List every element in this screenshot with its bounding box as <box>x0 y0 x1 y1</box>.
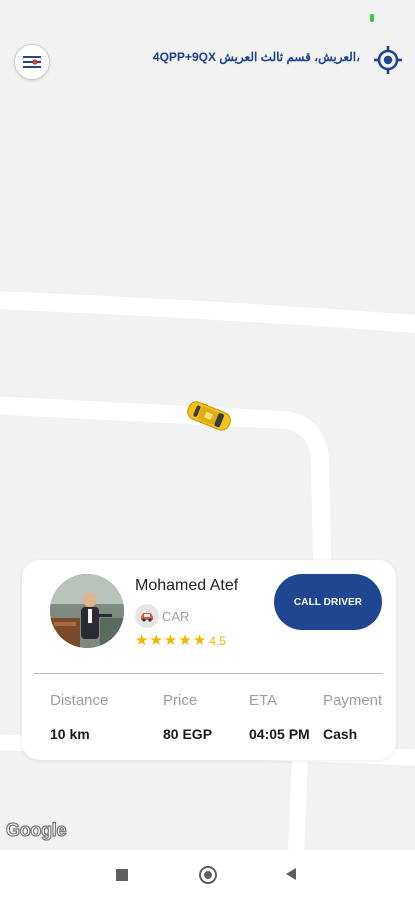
call-driver-button[interactable]: CALL DRIVER <box>274 574 382 630</box>
taxi-car-marker[interactable] <box>183 398 235 434</box>
eta-value: 04:05 PM <box>249 726 310 742</box>
driver-avatar <box>50 574 124 648</box>
map-road-vertical <box>288 759 308 850</box>
my-location-icon <box>374 46 402 74</box>
home-button[interactable] <box>199 866 217 884</box>
recent-apps-button[interactable] <box>116 869 128 881</box>
distance-value: 10 km <box>50 726 90 742</box>
back-button[interactable] <box>284 867 298 881</box>
price-label: Price <box>163 692 198 709</box>
my-location-button[interactable] <box>370 42 406 78</box>
home-icon <box>204 871 212 879</box>
payment-value: Cash <box>323 726 358 742</box>
card-divider <box>34 673 383 674</box>
driver-name: Mohamed Atef <box>135 577 239 594</box>
star-icon: ★ <box>192 632 207 649</box>
system-navigation-bar <box>0 850 415 900</box>
payment-label: Payment <box>323 692 383 709</box>
ride-tracking-screen: 4QPP+9QX العريش، قسم ثالث العريش، Mohame… <box>0 0 415 900</box>
driver-photo <box>50 574 124 648</box>
current-address: 4QPP+9QX العريش، قسم ثالث العريش، <box>152 50 360 64</box>
vehicle-type-label: CAR <box>162 609 190 624</box>
car-icon <box>135 604 159 628</box>
eta-label: ETA <box>249 692 278 709</box>
status-bar <box>0 0 415 34</box>
back-icon <box>286 868 296 880</box>
battery-indicator <box>370 14 374 22</box>
menu-button[interactable] <box>14 44 50 80</box>
star-icon: ★ <box>178 632 192 649</box>
distance-label: Distance <box>50 692 109 709</box>
menu-icon <box>23 56 41 68</box>
google-attribution-logo: Google <box>5 819 67 840</box>
star-icon: ★ <box>135 632 149 649</box>
star-icon: ★ <box>149 632 163 649</box>
driver-rating: ★ ★ ★ ★ ★ 4.5 <box>135 633 226 649</box>
price-value: 80 EGP <box>163 726 213 742</box>
rating-value: 4.5 <box>209 634 226 648</box>
star-icon: ★ <box>163 632 178 649</box>
driver-info-card: Mohamed Atef CAR ★ ★ ★ ★ ★ 4.5 CALL DRIV… <box>22 560 396 760</box>
